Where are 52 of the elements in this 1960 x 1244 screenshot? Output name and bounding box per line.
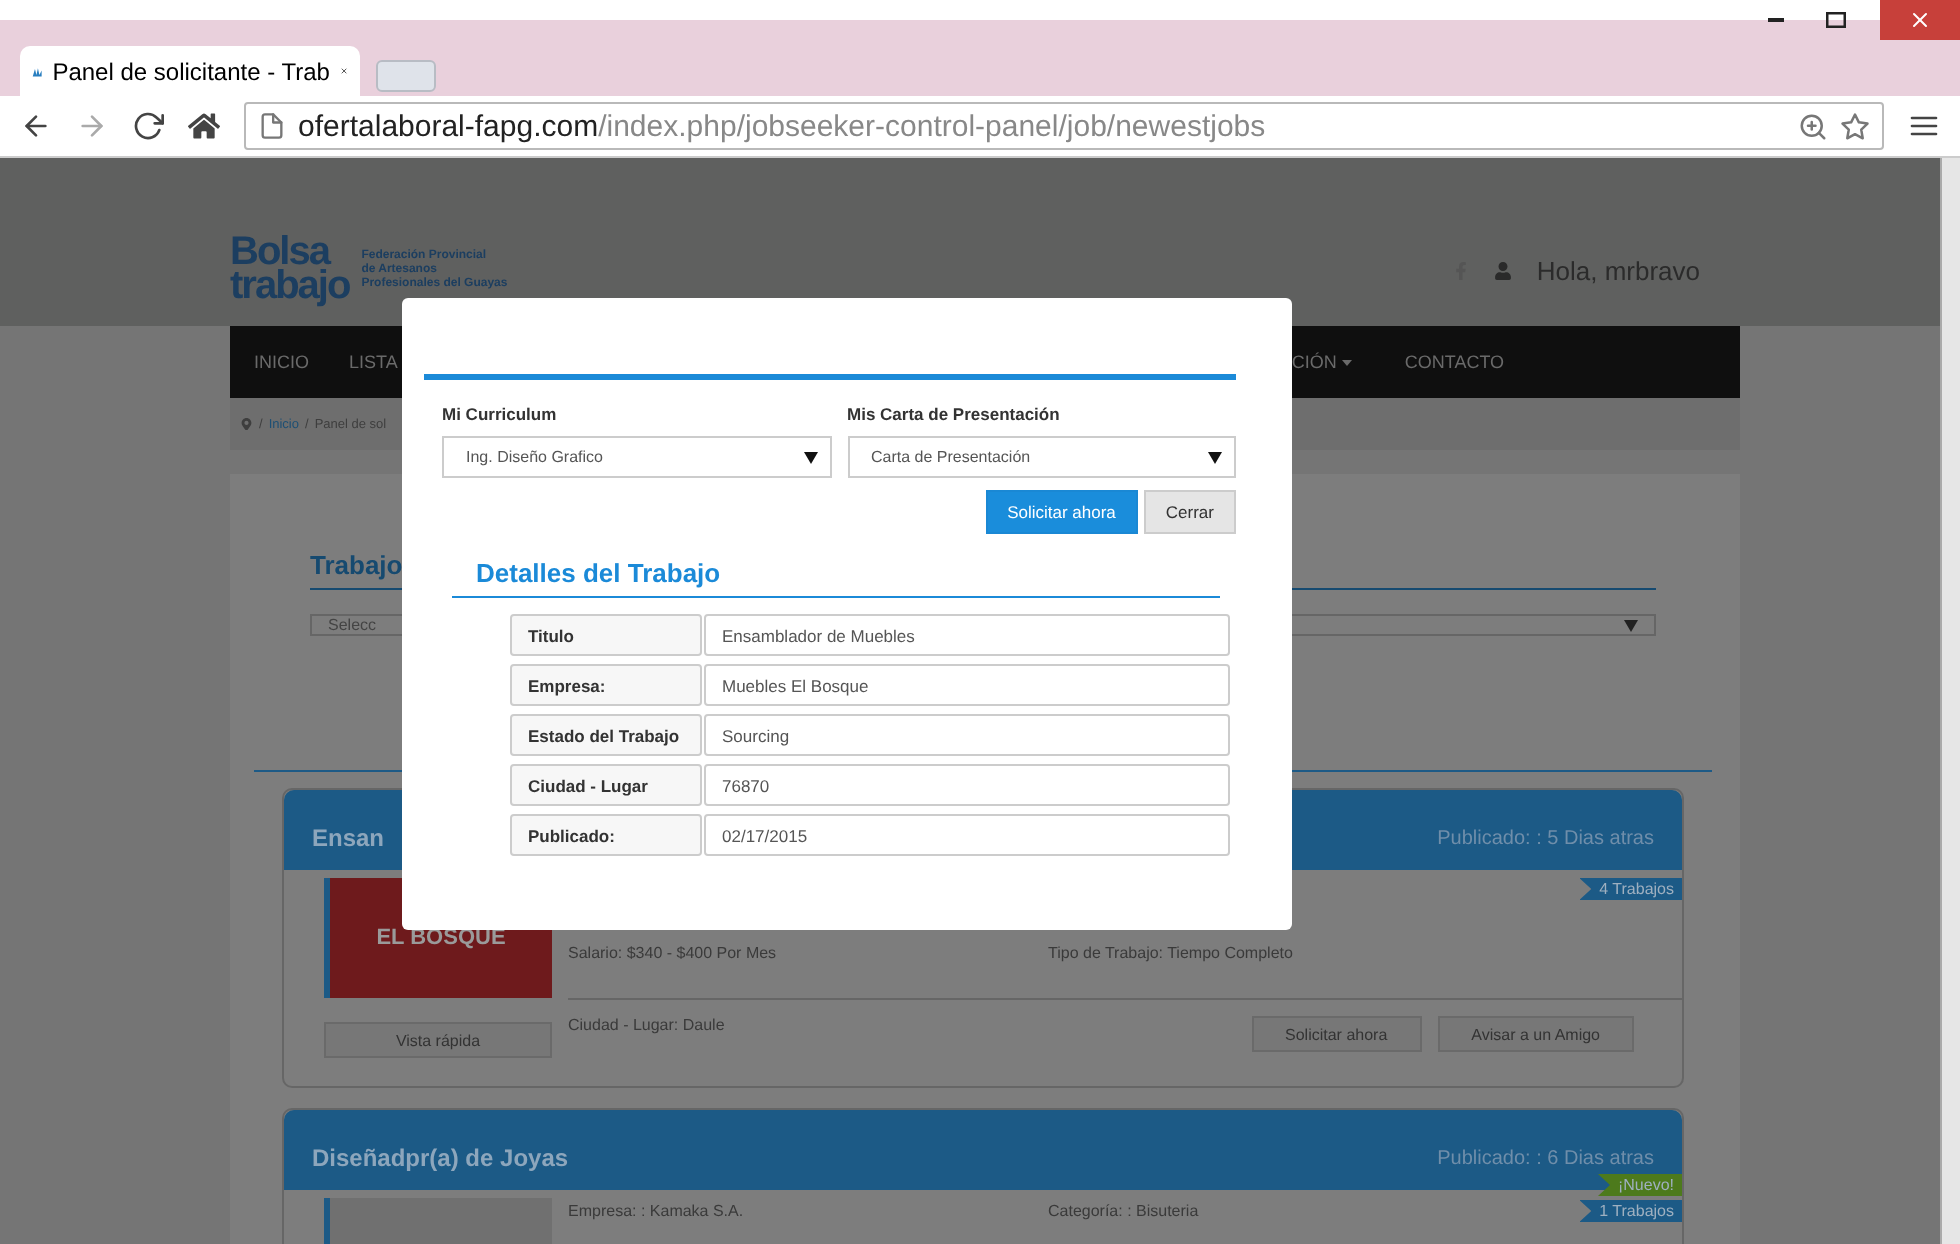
- details-heading: Detalles del Trabajo: [452, 558, 1220, 598]
- nav-item[interactable]: CIÓN: [1291, 352, 1353, 372]
- quick-view-button[interactable]: Vista rápida: [324, 1022, 552, 1058]
- job-info: Tipo de Trabajo: Tiempo Completo: [1048, 944, 1293, 962]
- job-title[interactable]: Diseñadpr(a) de Joyas: [312, 1144, 569, 1172]
- job-title[interactable]: Ensan: [312, 824, 385, 852]
- field-label: Mis Carta de Presentación: [847, 404, 1062, 424]
- address-bar[interactable]: ofertalaboral-fapg.com/index.php/jobseeker-control-panel/job/newestjobs: [244, 102, 1884, 150]
- job-info: Categoría: : Bisuteria: [1048, 1202, 1199, 1220]
- zoom-icon[interactable]: [1798, 111, 1828, 141]
- caret-icon: [1624, 619, 1638, 631]
- job-info: Salario: $340 - $400 Por Mes: [568, 944, 777, 962]
- detail-value: 76870: [704, 764, 1230, 806]
- resume-select[interactable]: Ing. Diseño Grafico: [442, 436, 831, 478]
- nav-item[interactable]: LISTA: [349, 352, 398, 372]
- detail-label: Empresa:: [510, 664, 702, 706]
- detail-value: Ensamblador de Muebles: [704, 614, 1230, 656]
- detail-label: Publicado:: [510, 814, 702, 856]
- home-icon[interactable]: [188, 110, 220, 142]
- maximize-icon: [1826, 12, 1846, 28]
- bookmark-star-icon[interactable]: [1840, 111, 1870, 141]
- browser-tab[interactable]: Panel de solicitante - Trab: [20, 46, 360, 96]
- minimize-icon: [1768, 18, 1784, 22]
- posted-date: Publicado: : 5 Dias atras: [1437, 827, 1654, 849]
- apply-button[interactable]: Solicitar ahora: [985, 490, 1138, 534]
- nav-item[interactable]: CONTACTO: [1404, 352, 1505, 372]
- scrollbar[interactable]: [1940, 158, 1960, 1244]
- cover-letter-select[interactable]: Carta de Presentación: [847, 436, 1236, 478]
- card-action-button[interactable]: Avisar a un Amigo: [1437, 1016, 1634, 1052]
- job-badge: 1 Trabajos: [1579, 1200, 1682, 1222]
- back-icon[interactable]: [20, 110, 52, 142]
- detail-value: Muebles El Bosque: [704, 664, 1230, 706]
- close-button[interactable]: [1880, 0, 1960, 40]
- detail-label: Titulo: [510, 614, 702, 656]
- nav-item[interactable]: INICIO: [254, 352, 310, 372]
- job-badge: ¡Nuevo!: [1597, 1174, 1682, 1196]
- user-icon: [1494, 261, 1513, 279]
- detail-value: 02/17/2015: [704, 814, 1230, 856]
- page-icon: [258, 112, 286, 140]
- posted-date: Publicado: : 6 Dias atras: [1437, 1147, 1654, 1169]
- detail-label: Estado del Trabajo: [510, 714, 702, 756]
- detail-label: Ciudad - Lugar: [510, 764, 702, 806]
- job-info: Ciudad - Lugar: Daule: [568, 1016, 725, 1034]
- job-info: Empresa: : Kamaka S.A.: [568, 1202, 744, 1220]
- reload-icon[interactable]: [132, 110, 164, 142]
- field-label: Mi Curriculum: [442, 404, 559, 424]
- map-pin-icon: [240, 417, 253, 431]
- job-badge: 4 Trabajos: [1579, 878, 1682, 900]
- detail-value: Sourcing: [704, 714, 1230, 756]
- close-dialog-button[interactable]: Cerrar: [1143, 490, 1236, 534]
- close-icon: [1908, 8, 1932, 32]
- card-action-button[interactable]: Solicitar ahora: [1251, 1016, 1422, 1052]
